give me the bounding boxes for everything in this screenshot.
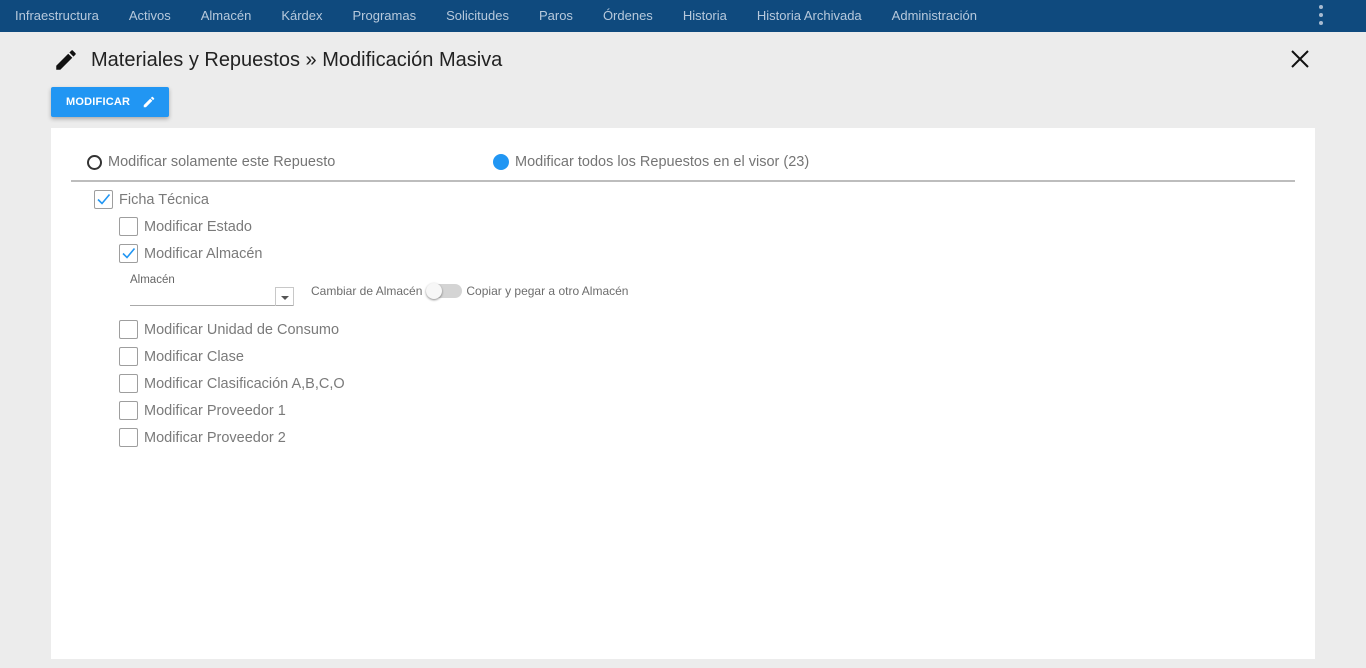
checkbox-label: Modificar Almacén — [144, 245, 263, 262]
checkbox-label: Ficha Técnica — [119, 191, 209, 208]
more-vertical-icon[interactable] — [1318, 5, 1324, 25]
nav-item-infraestructura[interactable]: Infraestructura — [0, 0, 114, 32]
pencil-icon — [56, 50, 76, 70]
checkbox-box — [119, 217, 138, 236]
nav-item-paros[interactable]: Paros — [524, 0, 588, 32]
checkbox-modificar-unidad-consumo[interactable]: Modificar Unidad de Consumo — [119, 320, 339, 339]
checkbox-label: Modificar Estado — [144, 218, 252, 235]
checkbox-label: Modificar Unidad de Consumo — [144, 321, 340, 338]
radio-label: Modificar todos los Repuestos en el viso… — [515, 154, 810, 170]
nav-item-historia[interactable]: Historia — [668, 0, 742, 32]
dropdown-button[interactable] — [275, 287, 294, 306]
check-icon — [97, 193, 111, 205]
pencil-icon — [143, 96, 155, 108]
checkbox-modificar-estado[interactable]: Modificar Estado — [119, 217, 252, 236]
page-title: Materiales y Repuestos » Modificación Ma… — [91, 48, 503, 71]
modify-button-label: MODIFICAR — [66, 96, 131, 108]
almacen-field-label: Almacén — [130, 274, 175, 286]
checkbox-modificar-clase[interactable]: Modificar Clase — [119, 347, 244, 366]
checkbox-modificar-proveedor-1[interactable]: Modificar Proveedor 1 — [119, 401, 286, 420]
radio-circle-checked — [493, 154, 509, 170]
checkbox-box — [119, 320, 138, 339]
checkbox-box — [119, 401, 138, 420]
chevron-down-icon — [281, 296, 289, 300]
checkbox-label: Modificar Clase — [144, 348, 244, 365]
check-icon — [122, 247, 136, 259]
checkbox-label: Modificar Clasificación A,B,C,O — [144, 375, 345, 392]
top-navigation-bar: Infraestructura Activos Almacén Kárdex P… — [0, 0, 1366, 32]
page-header: Materiales y Repuestos » Modificación Ma… — [53, 46, 502, 74]
almacen-mode-toggle-row: Cambiar de Almacén Copiar y pegar a otro… — [311, 282, 628, 300]
radio-all-items[interactable]: Modificar todos los Repuestos en el viso… — [493, 154, 809, 170]
toggle-right-label: Copiar y pegar a otro Almacén — [466, 284, 629, 298]
checkbox-label: Modificar Proveedor 1 — [144, 402, 286, 419]
checkbox-modificar-clasificacion[interactable]: Modificar Clasificación A,B,C,O — [119, 374, 345, 393]
checkbox-box — [119, 347, 138, 366]
checkbox-label: Modificar Proveedor 2 — [144, 429, 286, 446]
divider — [71, 180, 1295, 182]
checkbox-box — [119, 374, 138, 393]
close-icon[interactable] — [1289, 48, 1311, 70]
nav-item-solicitudes[interactable]: Solicitudes — [431, 0, 524, 32]
radio-label: Modificar solamente este Repuesto — [108, 154, 336, 170]
toggle-left-label: Cambiar de Almacén — [311, 284, 423, 298]
checkbox-box — [119, 428, 138, 447]
nav-item-almacen[interactable]: Almacén — [186, 0, 267, 32]
modification-panel: Modificar solamente este Repuesto Modifi… — [51, 128, 1315, 659]
checkbox-box — [94, 190, 113, 209]
nav-item-kardex[interactable]: Kárdex — [266, 0, 337, 32]
modify-button[interactable]: MODIFICAR — [51, 87, 169, 117]
nav-item-ordenes[interactable]: Órdenes — [588, 0, 668, 32]
checkbox-ficha-tecnica[interactable]: Ficha Técnica — [94, 190, 209, 209]
almacen-mode-switch[interactable] — [426, 283, 463, 299]
nav-item-historia-archivada[interactable]: Historia Archivada — [742, 0, 877, 32]
nav-item-administracion[interactable]: Administración — [877, 0, 992, 32]
scope-radio-group: Modificar solamente este Repuesto Modifi… — [51, 128, 1315, 182]
radio-only-this-item[interactable]: Modificar solamente este Repuesto — [87, 154, 335, 170]
nav-item-programas[interactable]: Programas — [338, 0, 432, 32]
checkbox-modificar-proveedor-2[interactable]: Modificar Proveedor 2 — [119, 428, 286, 447]
checkbox-modificar-almacen[interactable]: Modificar Almacén — [119, 244, 262, 263]
nav-item-activos[interactable]: Activos — [114, 0, 186, 32]
radio-circle-unchecked — [87, 154, 102, 170]
almacen-select[interactable] — [130, 287, 294, 306]
checkbox-box — [119, 244, 138, 263]
